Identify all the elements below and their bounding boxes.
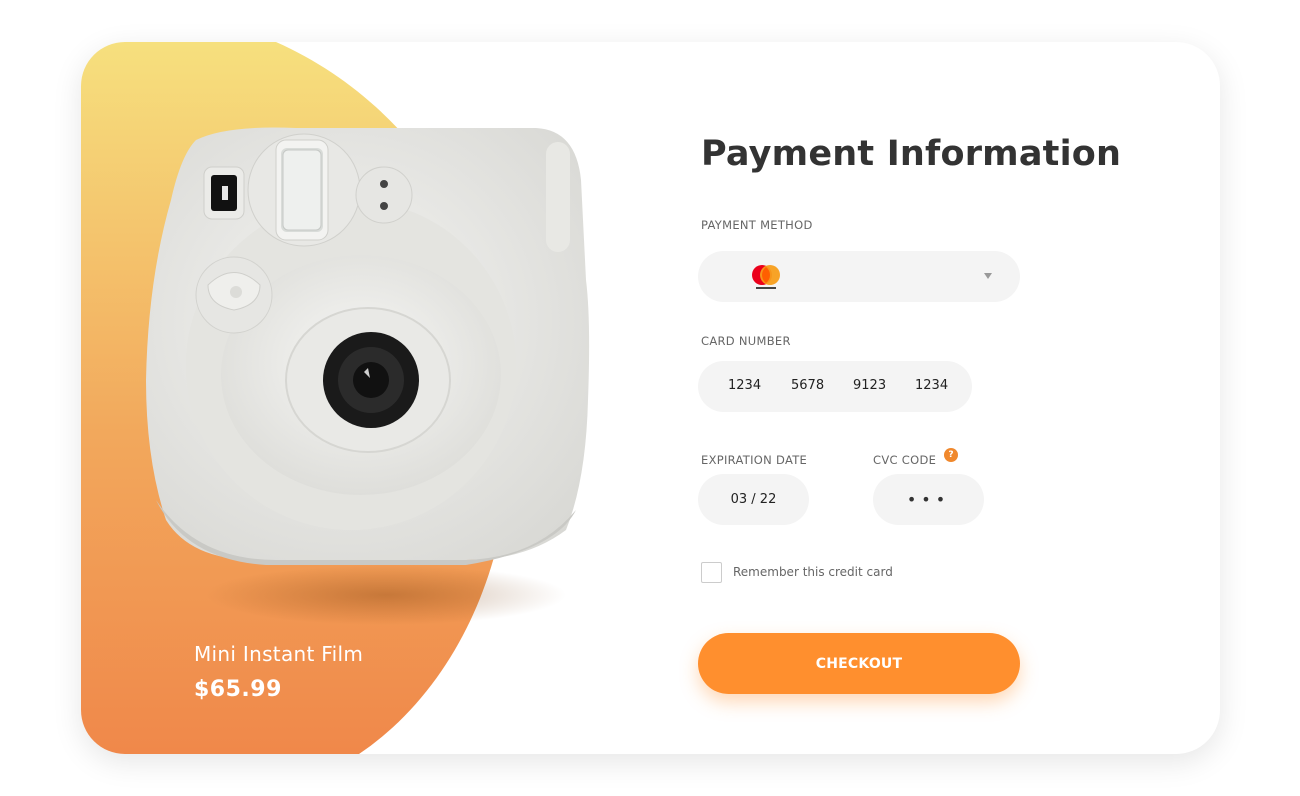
remember-card-label: Remember this credit card — [733, 565, 893, 579]
product-name: Mini Instant Film — [194, 642, 364, 666]
payment-card: Mini Instant Film $65.99 Payment Informa… — [81, 42, 1220, 754]
cvc-label: CVC CODE — [873, 453, 937, 467]
cvc-field[interactable]: ••• — [873, 474, 984, 525]
remember-card-checkbox[interactable] — [701, 562, 722, 583]
page-title: Payment Information — [701, 134, 1122, 174]
card-number-label: CARD NUMBER — [701, 334, 791, 348]
product-price: $65.99 — [194, 677, 282, 702]
checkout-button[interactable]: CHECKOUT — [698, 633, 1020, 694]
expiration-label: EXPIRATION DATE — [701, 453, 808, 467]
help-icon[interactable]: ? — [944, 448, 958, 462]
card-number-field[interactable]: 1234 5678 9123 1234 — [698, 361, 972, 412]
card-number-group-4: 1234 — [915, 378, 949, 393]
payment-method-label: PAYMENT METHOD — [701, 218, 813, 232]
card-number-group-1: 1234 — [728, 378, 762, 393]
payment-method-select[interactable] — [698, 251, 1020, 302]
mastercard-icon — [752, 265, 780, 289]
chevron-down-icon — [984, 273, 992, 279]
card-number-group-3: 9123 — [853, 378, 887, 393]
expiration-field[interactable]: 03 / 22 — [698, 474, 809, 525]
camera-image — [146, 127, 590, 625]
card-number-group-2: 5678 — [791, 378, 825, 393]
